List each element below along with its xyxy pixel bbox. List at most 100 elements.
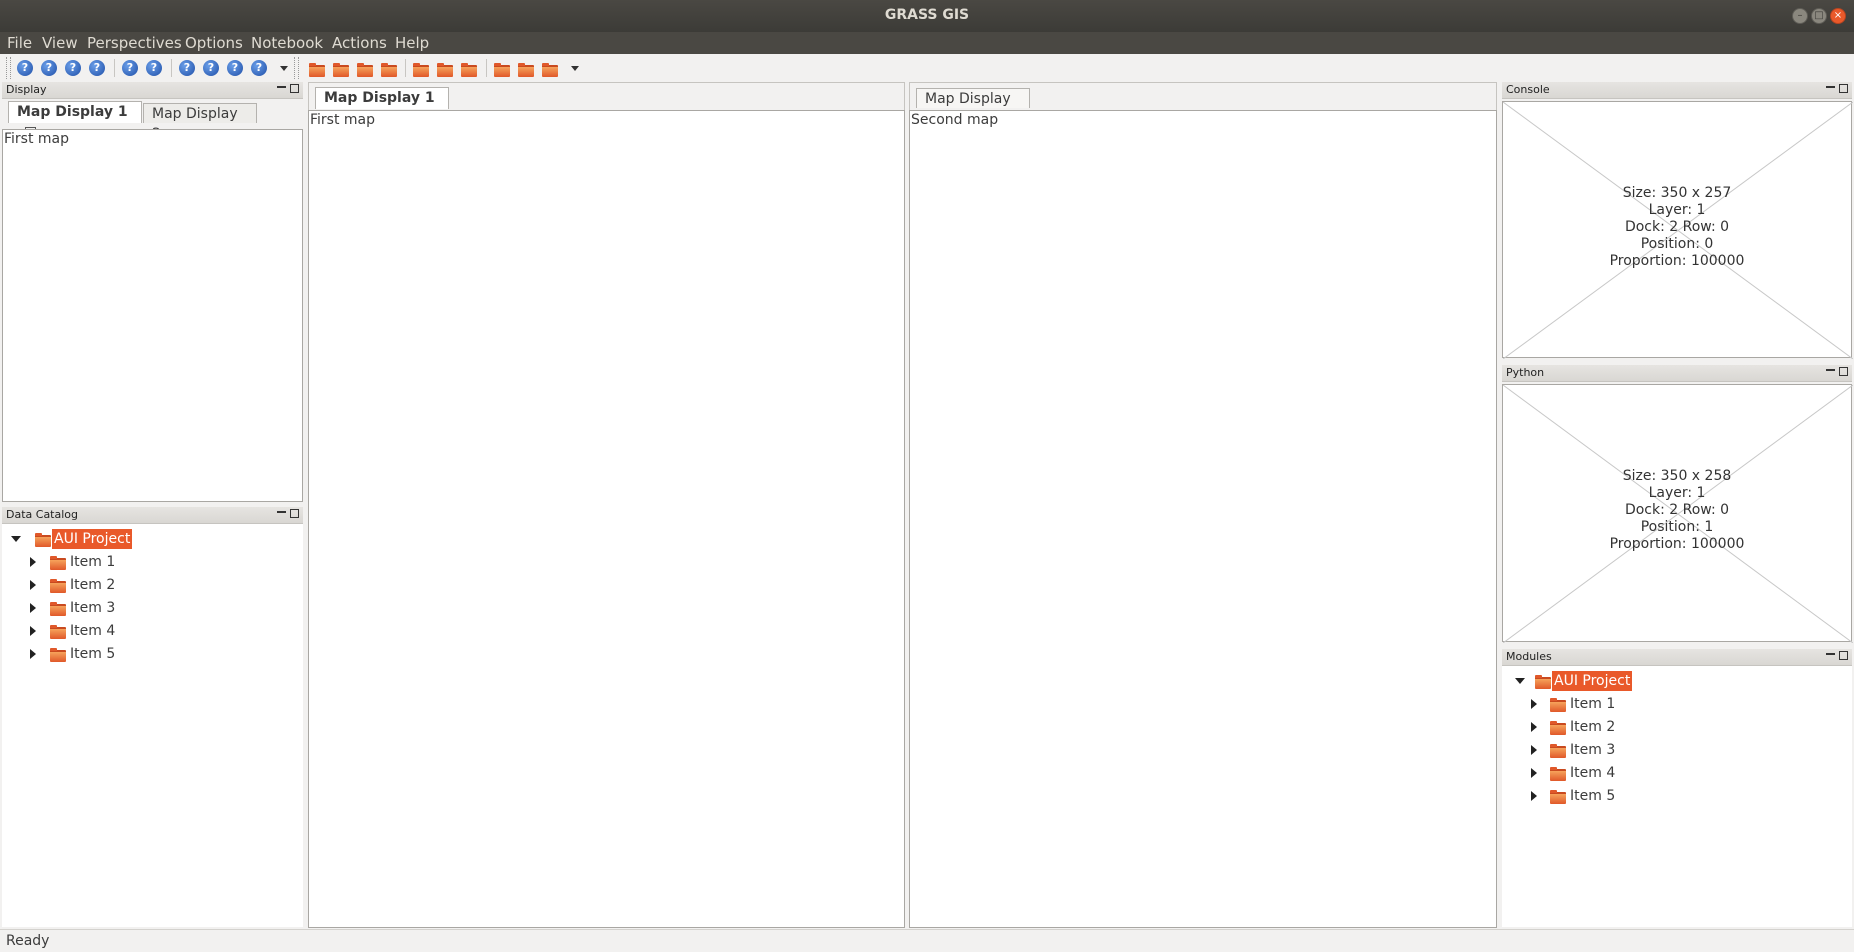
tree-item-label[interactable]: Item 4 — [70, 621, 115, 641]
tree-item-label[interactable]: Item 5 — [1570, 786, 1615, 806]
help-icon[interactable]: ? — [122, 60, 138, 76]
folder-icon[interactable] — [333, 63, 349, 77]
menu-actions[interactable]: Actions — [332, 34, 387, 52]
folder-icon[interactable] — [494, 63, 510, 77]
maximize-icon[interactable]: □ — [1811, 8, 1827, 24]
help-icon[interactable]: ? — [251, 60, 267, 76]
tree-item-label[interactable]: Item 5 — [70, 644, 115, 664]
modules-tree[interactable]: AUI Project Item 1 Item 2 Item 3 Item 4 … — [1502, 666, 1852, 927]
data-catalog-tree[interactable]: AUI Project Item 1 Item 2 Item 3 Item 4 … — [2, 524, 303, 927]
tree-item[interactable]: Item 4 — [1502, 763, 1851, 783]
maximize-icon[interactable] — [290, 84, 299, 93]
help-icon[interactable]: ? — [179, 60, 195, 76]
tree-item-label[interactable]: Item 1 — [1570, 694, 1615, 714]
expand-arrow-icon[interactable] — [1531, 768, 1537, 778]
pane-caption[interactable]: Data Catalog — [2, 507, 303, 524]
help-icon[interactable]: ? — [89, 60, 105, 76]
tree-item-label[interactable]: Item 4 — [1570, 763, 1615, 783]
expand-arrow-icon[interactable] — [30, 580, 36, 590]
tree-item[interactable]: Item 1 — [2, 552, 302, 572]
tree-item-label[interactable]: Item 1 — [70, 552, 115, 572]
maximize-icon[interactable] — [1839, 367, 1848, 376]
folder-icon[interactable] — [542, 63, 558, 77]
help-icon[interactable]: ? — [227, 60, 243, 76]
map-text: First map — [310, 112, 376, 128]
help-icon[interactable]: ? — [65, 60, 81, 76]
expand-arrow-icon[interactable] — [30, 626, 36, 636]
minimize-icon[interactable] — [1826, 86, 1835, 91]
expand-arrow-icon[interactable] — [1531, 722, 1537, 732]
tree-item[interactable]: Item 3 — [2, 598, 302, 618]
tree-item[interactable]: Item 5 — [2, 644, 302, 664]
placeholder-info: Size: 350 x 258 Layer: 1 Dock: 2 Row: 0 … — [1503, 468, 1851, 553]
folder-icon[interactable] — [437, 63, 453, 77]
expand-arrow-icon[interactable] — [1531, 699, 1537, 709]
help-icon[interactable]: ? — [146, 60, 162, 76]
python-placeholder[interactable]: Size: 350 x 258 Layer: 1 Dock: 2 Row: 0 … — [1502, 384, 1853, 643]
menu-help[interactable]: Help — [395, 34, 429, 52]
tab-map-display-1[interactable]: Map Display 1× — [315, 87, 449, 124]
menu-notebook[interactable]: Notebook — [251, 34, 323, 52]
minimize-icon[interactable] — [277, 86, 286, 91]
pane-caption[interactable]: Display — [2, 82, 303, 99]
dropdown-arrow-icon[interactable] — [280, 66, 288, 71]
tree-item[interactable]: Item 5 — [1502, 786, 1851, 806]
help-icon[interactable]: ? — [41, 60, 57, 76]
help-icon[interactable]: ? — [17, 60, 33, 76]
help-icon[interactable]: ? — [203, 60, 219, 76]
tab-map-display-2[interactable]: Map Display 2 — [916, 88, 1030, 127]
tree-item[interactable]: Item 4 — [2, 621, 302, 641]
toolbar-grip[interactable] — [6, 57, 11, 79]
menu-perspectives[interactable]: Perspectives — [87, 34, 182, 52]
menu-view[interactable]: View — [42, 34, 78, 52]
maximize-icon[interactable] — [1839, 651, 1848, 660]
maximize-icon[interactable] — [1839, 84, 1848, 93]
toolbar-grip[interactable] — [294, 57, 299, 79]
minimize-icon[interactable] — [277, 511, 286, 516]
tree-root[interactable]: AUI Project — [2, 529, 302, 549]
folder-icon[interactable] — [518, 63, 534, 77]
tree-item[interactable]: Item 1 — [1502, 694, 1851, 714]
expand-arrow-icon[interactable] — [30, 603, 36, 613]
tree-root[interactable]: AUI Project — [1502, 671, 1851, 691]
maximize-icon[interactable] — [290, 509, 299, 518]
tree-root-label[interactable]: AUI Project — [1552, 671, 1633, 691]
pane-caption[interactable]: Modules — [1502, 649, 1852, 666]
display-content[interactable]: First map — [2, 129, 303, 502]
folder-icon[interactable] — [461, 63, 477, 77]
tree-item-label[interactable]: Item 2 — [1570, 717, 1615, 737]
tree-item-label[interactable]: Item 2 — [70, 575, 115, 595]
folder-icon[interactable] — [381, 63, 397, 77]
python-pane: Python Size: 350 x 258 Layer: 1 Dock: 2 … — [1502, 365, 1853, 643]
tree-root-label[interactable]: AUI Project — [52, 529, 133, 549]
pane-caption[interactable]: Python — [1502, 365, 1852, 382]
collapse-arrow-icon[interactable] — [1515, 678, 1525, 684]
pane-caption[interactable]: Console — [1502, 82, 1852, 99]
collapse-arrow-icon[interactable] — [11, 536, 21, 542]
map-canvas[interactable]: Second map — [909, 110, 1497, 928]
expand-arrow-icon[interactable] — [1531, 745, 1537, 755]
menu-file[interactable]: File — [7, 34, 32, 52]
tab-map-display-1[interactable]: Map Display 1× — [8, 101, 142, 138]
minimize-icon[interactable]: – — [1792, 8, 1808, 24]
tab-map-display-2[interactable]: Map Display 2 — [143, 103, 257, 142]
tree-item[interactable]: Item 2 — [1502, 717, 1851, 737]
pane-title: Modules — [1506, 650, 1552, 663]
tree-item[interactable]: Item 2 — [2, 575, 302, 595]
tree-item-label[interactable]: Item 3 — [1570, 740, 1615, 760]
dropdown-arrow-icon[interactable] — [571, 66, 579, 71]
tree-item-label[interactable]: Item 3 — [70, 598, 115, 618]
expand-arrow-icon[interactable] — [30, 557, 36, 567]
folder-icon[interactable] — [357, 63, 373, 77]
menu-options[interactable]: Options — [185, 34, 243, 52]
expand-arrow-icon[interactable] — [30, 649, 36, 659]
expand-arrow-icon[interactable] — [1531, 791, 1537, 801]
folder-icon[interactable] — [309, 63, 325, 77]
minimize-icon[interactable] — [1826, 653, 1835, 658]
minimize-icon[interactable] — [1826, 369, 1835, 374]
map-canvas[interactable]: First map — [308, 110, 905, 928]
folder-icon[interactable] — [413, 63, 429, 77]
close-icon[interactable]: × — [1830, 8, 1846, 24]
console-placeholder[interactable]: Size: 350 x 257 Layer: 1 Dock: 2 Row: 0 … — [1502, 101, 1853, 359]
tree-item[interactable]: Item 3 — [1502, 740, 1851, 760]
